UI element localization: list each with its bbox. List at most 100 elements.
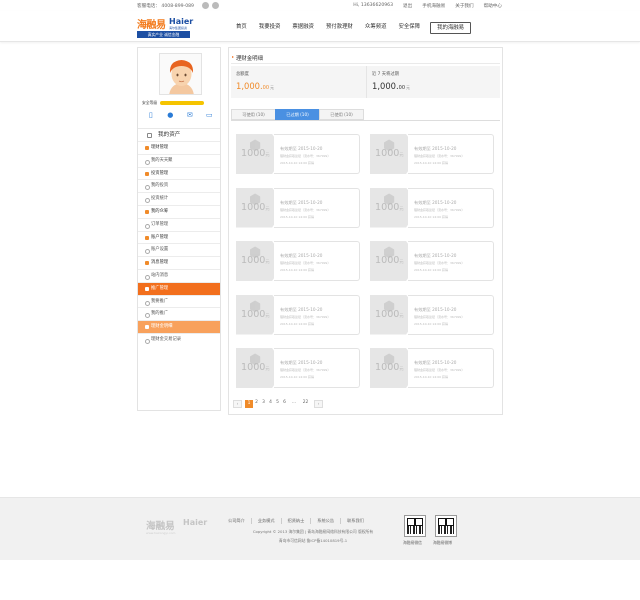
sidebar: 安全等级 ▯ ● ✉ ▭ 我的资产 理财管理 我的天天聚 投资管理 我的投资 投资统计我… — [137, 47, 221, 411]
nav-crowdfunding[interactable]: 众筹频道 — [359, 22, 393, 34]
prev-page-button[interactable]: ‹ — [233, 400, 242, 408]
logo-en: Haier — [169, 17, 194, 26]
mobile-link[interactable]: 手机海融易 — [422, 3, 445, 9]
footer-link-jobs[interactable]: 招贤纳士 — [282, 518, 312, 524]
coupon-source: 理财金获取途径（流水号：367999） — [414, 207, 465, 212]
coupon-card[interactable]: ⬢ 1000元 有效期至 2015-10-20 理财金获取途径（流水号：367999）… — [370, 134, 494, 174]
logo-cn: 海融易 — [137, 20, 166, 31]
nav-home[interactable]: 首页 — [230, 22, 253, 34]
message-icon[interactable]: ✉ — [186, 111, 194, 119]
coupon-time: 2015-10-10 14:00 获得 — [280, 161, 314, 165]
sidebar-item[interactable]: 我的众筹 — [138, 204, 220, 218]
sidebar-item[interactable]: 我的投资 — [138, 179, 220, 192]
coupon-detail: 有效期至 2015-10-20 理财金获取途径（流水号：367999） 2015-1… — [408, 294, 494, 335]
sidebar-item[interactable]: 理财管理 — [138, 141, 220, 154]
weibo-icon[interactable] — [202, 2, 209, 9]
coupon-source: 理财金获取途径（流水号：367999） — [280, 261, 331, 265]
wechat-qr-code — [404, 515, 426, 537]
pagination: ‹ 1 2 3 4 5 6... 22 › — [233, 400, 323, 408]
coupon-detail: 有效期至 2015-10-20 理财金获取途径（流水号：367999） 2015-1… — [274, 241, 360, 281]
footer-info: 公司简介 业务模式 招贤纳士 系统公告 联系我们 Copyright © 201… — [228, 518, 398, 544]
logo-slogan: 真实产业 诚信金融 — [137, 31, 190, 38]
footer: 海融易 Haier www.hairongyi.com 公司简介 业务模式 招贤… — [0, 497, 640, 560]
footer-link-model[interactable]: 业务模式 — [252, 518, 282, 524]
sidebar-item[interactable]: 订单管理 — [138, 217, 220, 231]
sidebar-item[interactable]: 我要推广 — [138, 294, 220, 308]
sidebar-item[interactable]: 我的天天聚 — [138, 153, 220, 167]
expiring-label: 近 7 天将过期 — [372, 72, 399, 77]
avatar[interactable] — [159, 53, 202, 95]
sidebar-item[interactable]: 账户管理 — [138, 230, 220, 244]
coupon-amount-box: ⬢ 1000元 — [370, 294, 412, 335]
footer-link-about[interactable]: 公司简介 — [228, 518, 252, 524]
wechat-icon[interactable] — [212, 2, 219, 9]
sidebar-item[interactable]: 账户设置 — [138, 243, 220, 256]
sidebar-item[interactable]: 理财金明细 — [138, 320, 220, 333]
sidebar-item[interactable]: 投资统计 — [138, 192, 220, 205]
total-summary: 总额度 1,000.00元 — [231, 66, 365, 98]
summary-box: 总额度 1,000.00元 近 7 天将过期 1,000.00元 — [231, 66, 500, 98]
nav-my-account[interactable]: 我的海融易 — [430, 22, 472, 34]
coupon-source: 理财金获取途径（流水号：367999） — [280, 368, 331, 372]
site-logo[interactable]: 海融易 Haier 海尔集团投资 真实产业 诚信金融 — [137, 16, 194, 38]
tab-2[interactable]: 已使用 (10) — [319, 109, 364, 120]
security-level: 安全等级 — [142, 100, 205, 106]
sidebar-item[interactable]: 推广管理 — [138, 281, 220, 295]
page-number[interactable]: 4 — [267, 400, 274, 408]
page-number[interactable]: 22 — [300, 400, 311, 408]
coupon-card[interactable]: ⬢ 1000元 有效期至 2015-10-20 理财金获取途径（流水号：367999）… — [236, 241, 360, 281]
about-link[interactable]: 关于我们 — [455, 3, 473, 9]
coupon-tabs: 可使用 (10) 已过期 (10) 已使用 (10) — [231, 109, 364, 120]
coupon-card[interactable]: ⬢ 1000元 有效期至 2015-10-20 理财金获取途径（流水号：367999）… — [236, 348, 360, 388]
page-number[interactable]: 1 — [245, 400, 253, 408]
sidebar-item[interactable]: 投资管理 — [138, 166, 220, 180]
phone-icon[interactable]: ▯ — [147, 111, 155, 119]
sidebar-menu: 我的资产 理财管理 我的天天聚 投资管理 我的投资 投资统计 我的众筹 订单管理 账户管理 账户… — [138, 128, 220, 346]
coupon-amount-box: ⬢ 1000元 — [236, 187, 278, 228]
coupon-card[interactable]: ⬢ 1000元 有效期至 2015-10-20 理财金获取途径（流水号：367999）… — [370, 348, 494, 388]
next-page-button[interactable]: › — [314, 400, 323, 408]
page-number[interactable]: 6 — [281, 400, 288, 408]
tab-1[interactable]: 已过期 (10) — [275, 109, 320, 120]
coupon-card[interactable]: ⬢ 1000元 有效期至 2015-10-20 理财金获取途径（流水号：367999）… — [370, 294, 494, 335]
coupon-card[interactable]: ⬢ 1000元 有效期至 2015-10-20 理财金获取途径（流水号：367999）… — [370, 241, 494, 281]
coupon-amount: 1000元 — [375, 255, 404, 266]
coupon-expiry: 有效期至 2015-10-20 — [414, 146, 457, 151]
coupon-expiry: 有效期至 2015-10-20 — [280, 146, 323, 151]
footer-links: 公司简介 业务模式 招贤纳士 系统公告 联系我们 — [228, 518, 398, 524]
sidebar-item[interactable]: 我的推广 — [138, 307, 220, 320]
coupon-card[interactable]: ⬢ 1000元 有效期至 2015-10-20 理财金获取途径（流水号：367999）… — [236, 187, 360, 228]
tab-0[interactable]: 可使用 (10) — [231, 109, 276, 120]
logout-link[interactable]: 退出 — [403, 3, 412, 9]
sidebar-icons: ▯ ● ✉ ▭ — [141, 111, 219, 119]
title-divider — [231, 63, 500, 64]
sidebar-item[interactable]: 消息管理 — [138, 256, 220, 269]
coupon-amount-box: ⬢ 1000元 — [236, 348, 278, 388]
footer-logo-en: Haier — [183, 518, 208, 527]
user-icon[interactable]: ● — [166, 111, 174, 119]
sidebar-item[interactable]: 理财金交易记录 — [138, 332, 220, 346]
footer-link-notice[interactable]: 系统公告 — [311, 518, 342, 524]
coupon-detail: 有效期至 2015-10-20 理财金获取途径（流水号：367999） 2015-1… — [408, 134, 494, 174]
page-number[interactable]: 3 — [260, 400, 267, 408]
icp-text: 青岛市可信网站 鲁ICP备14010819号-1 — [278, 538, 348, 543]
copyright-text: Copyright © 2013 海尔集团 | 青岛海融易网络科技有限公司 版权… — [252, 529, 374, 534]
coupon-card[interactable]: ⬢ 1000元 有效期至 2015-10-20 理财金获取途径（流水号：367999）… — [370, 187, 494, 228]
coupon-amount: 1000元 — [241, 148, 270, 159]
nav-security[interactable]: 安全保障 — [393, 22, 427, 34]
coupon-amount-box: ⬢ 1000元 — [370, 187, 412, 228]
nav-bill-finance[interactable]: 票据融资 — [286, 22, 320, 34]
page-number[interactable]: 5 — [274, 400, 281, 408]
nav-prepay[interactable]: 预付款理财 — [320, 22, 359, 34]
help-link[interactable]: 帮助中心 — [484, 3, 502, 9]
card-icon[interactable]: ▭ — [205, 111, 213, 119]
qr-label-wechat: 海融易微信 — [403, 540, 422, 545]
page-number[interactable]: 2 — [253, 400, 260, 408]
coupon-card[interactable]: ⬢ 1000元 有效期至 2015-10-20 理财金获取途径（流水号：367999）… — [236, 134, 360, 174]
sidebar-item[interactable]: 站内消息 — [138, 268, 220, 282]
footer-link-contact[interactable]: 联系我们 — [341, 518, 370, 524]
menu-title: 我的资产 — [138, 128, 220, 141]
main-nav: 首页 我要投资 票据融资 预付款理财 众筹频道 安全保障 我的海融易 — [230, 22, 472, 34]
nav-invest[interactable]: 我要投资 — [253, 22, 287, 34]
coupon-card[interactable]: ⬢ 1000元 有效期至 2015-10-20 理财金获取途径（流水号：367999）… — [236, 294, 360, 335]
